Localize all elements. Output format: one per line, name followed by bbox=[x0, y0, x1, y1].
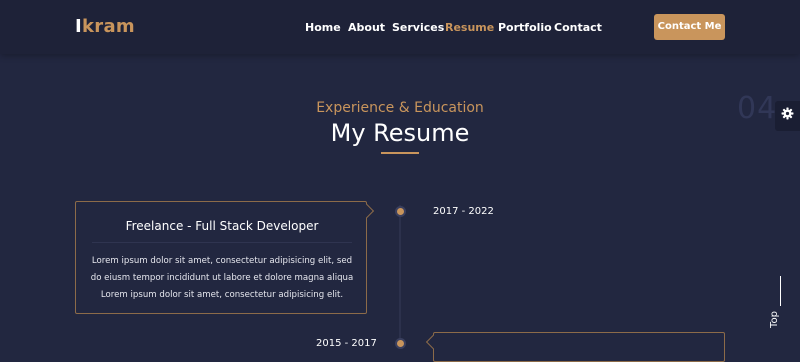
timeline-date: 2017 - 2022 bbox=[433, 206, 494, 217]
scroll-top-line bbox=[780, 276, 781, 306]
timeline-dot bbox=[397, 208, 404, 215]
card-title: Freelance - Full Stack Developer bbox=[125, 219, 319, 233]
timeline-card: Freelance - Full Stack Developer Lorem i… bbox=[75, 201, 375, 314]
section-title: My Resume bbox=[330, 119, 470, 147]
timeline-card bbox=[425, 332, 725, 362]
card-description: Lorem ipsum dolor sit amet, consectetur … bbox=[90, 256, 354, 300]
scroll-top-button[interactable]: Top bbox=[768, 276, 790, 332]
nav-item-services[interactable]: Services bbox=[392, 21, 444, 34]
navbar: Ikram Home About Services Resume Portfol… bbox=[0, 0, 800, 54]
title-underline bbox=[381, 152, 419, 154]
nav-item-resume[interactable]: Resume bbox=[445, 21, 494, 34]
timeline-line bbox=[399, 205, 401, 344]
nav-item-home[interactable]: Home bbox=[305, 21, 341, 34]
nav-item-contact[interactable]: Contact bbox=[554, 21, 602, 34]
scroll-top-label: Top bbox=[768, 311, 780, 328]
section-subtitle: Experience & Education bbox=[316, 100, 484, 116]
nav-item-about[interactable]: About bbox=[348, 21, 385, 34]
card-divider bbox=[92, 242, 352, 243]
card-pointer bbox=[359, 203, 375, 219]
card-pointer bbox=[425, 334, 441, 350]
nav-item-portfolio[interactable]: Portfolio bbox=[498, 21, 552, 34]
contact-me-button[interactable]: Contact Me bbox=[654, 14, 725, 40]
